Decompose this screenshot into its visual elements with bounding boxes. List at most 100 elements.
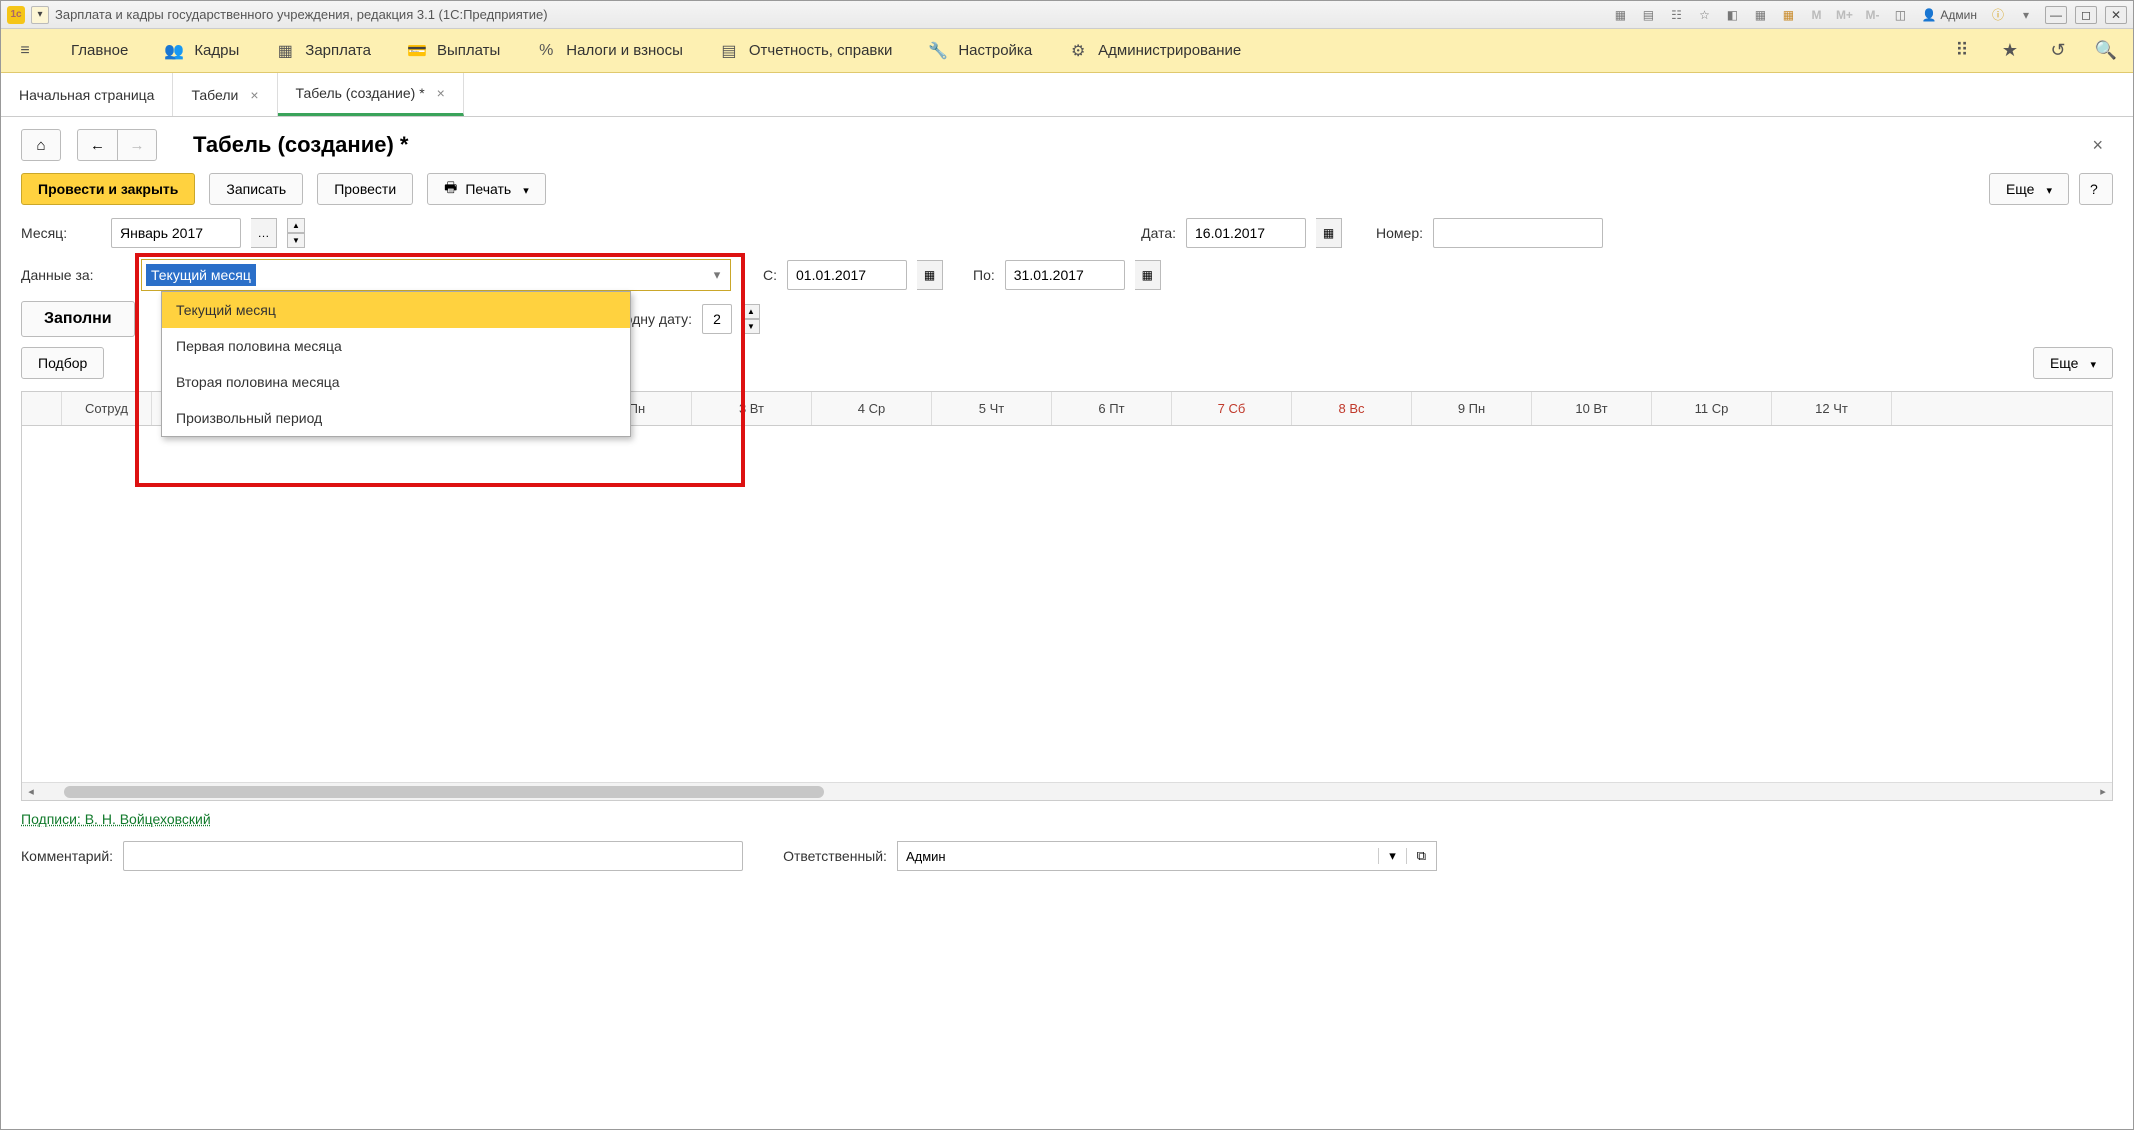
pick-button[interactable]: Подбор: [21, 347, 104, 379]
table-more-button[interactable]: Еще: [2033, 347, 2113, 379]
nav-item-kadry[interactable]: 👥Кадры: [164, 41, 239, 61]
table-column-header[interactable]: 9 Пн: [1412, 392, 1532, 425]
print-button[interactable]: 🖶Печать: [427, 173, 546, 205]
star-icon[interactable]: ★: [1997, 38, 2023, 64]
data-for-label: Данные за:: [21, 267, 131, 283]
nav-label: Кадры: [194, 42, 239, 59]
back-button[interactable]: ←: [77, 129, 117, 161]
tool-icon[interactable]: ▦: [1609, 5, 1631, 25]
dropdown-option[interactable]: Вторая половина месяца: [162, 364, 630, 400]
table-column-header[interactable]: 12 Чт: [1772, 392, 1892, 425]
scroll-thumb[interactable]: [64, 786, 824, 798]
nav-item-reports[interactable]: ▤Отчетность, справки: [719, 41, 892, 61]
favorite-icon[interactable]: ☆: [1693, 5, 1715, 25]
from-date-input[interactable]: [787, 260, 907, 290]
user-badge[interactable]: 👤 Админ: [1917, 8, 1981, 22]
table-column-header[interactable]: 6 Пт: [1052, 392, 1172, 425]
tool-icon[interactable]: ◧: [1721, 5, 1743, 25]
table-column-header[interactable]: 8 Вс: [1292, 392, 1412, 425]
titlebar-dropdown[interactable]: ▾: [31, 6, 49, 24]
page-close-button[interactable]: ×: [2082, 131, 2113, 160]
close-button[interactable]: ✕: [2105, 6, 2127, 24]
table-column-header[interactable]: 5 Чт: [932, 392, 1052, 425]
fill-button[interactable]: Заполни: [21, 301, 135, 337]
maximize-button[interactable]: ◻: [2075, 6, 2097, 24]
calendar-icon[interactable]: ▦: [1135, 260, 1161, 290]
tabs-row: Начальная страница Табели× Табель (созда…: [1, 73, 2133, 117]
dropdown-option[interactable]: Произвольный период: [162, 400, 630, 436]
help-button[interactable]: ?: [2079, 173, 2113, 205]
tab-close-icon[interactable]: ×: [437, 85, 445, 101]
tab-tabel-create[interactable]: Табель (создание) *×: [278, 73, 464, 116]
forward-button[interactable]: →: [117, 129, 157, 161]
doc-icon: ▤: [719, 41, 739, 61]
post-button[interactable]: Провести: [317, 173, 413, 205]
nav-item-payments[interactable]: 💳Выплаты: [407, 41, 500, 61]
tab-label: Начальная страница: [19, 87, 154, 103]
memory-mminus[interactable]: M-: [1861, 5, 1883, 25]
calendar-icon[interactable]: ▦: [1316, 218, 1342, 248]
nav-item-taxes[interactable]: %Налоги и взносы: [536, 41, 683, 61]
button-label: Еще: [2006, 181, 2035, 197]
to-label: По:: [973, 267, 995, 283]
to-date-input[interactable]: [1005, 260, 1125, 290]
minimize-button[interactable]: —: [2045, 6, 2067, 24]
onedate-input[interactable]: [702, 304, 732, 334]
table-column-header[interactable]: 10 Вт: [1532, 392, 1652, 425]
table-column-header[interactable]: Сотруд: [62, 392, 152, 425]
month-spinner[interactable]: ▲▼: [287, 218, 305, 248]
horizontal-scrollbar[interactable]: ◂ ▸: [22, 782, 2112, 800]
page-title: Табель (создание) *: [193, 132, 408, 158]
dropdown-option[interactable]: Первая половина месяца: [162, 328, 630, 364]
memory-mplus[interactable]: M+: [1833, 5, 1855, 25]
data-for-combo[interactable]: Текущий месяц ▾ Текущий месяц Первая пол…: [141, 259, 731, 291]
history-icon[interactable]: ↺: [2045, 38, 2071, 64]
number-input[interactable]: [1433, 218, 1603, 248]
post-and-close-button[interactable]: Провести и закрыть: [21, 173, 195, 205]
nav-burger[interactable]: ≡: [15, 41, 35, 61]
button-label: Провести: [334, 181, 396, 197]
info-icon[interactable]: ⓘ: [1987, 5, 2009, 25]
gear-icon: ⚙: [1068, 41, 1088, 61]
onedate-spinner[interactable]: ▲▼: [742, 304, 760, 334]
panel-icon[interactable]: ◫: [1889, 5, 1911, 25]
tool-icon[interactable]: ▦: [1777, 5, 1799, 25]
memory-m[interactable]: M: [1805, 5, 1827, 25]
table-column-header[interactable]: [22, 392, 62, 425]
tab-start-page[interactable]: Начальная страница: [1, 73, 173, 116]
table-column-header[interactable]: 11 Ср: [1652, 392, 1772, 425]
tab-close-icon[interactable]: ×: [250, 87, 258, 103]
calendar-icon[interactable]: ▦: [1749, 5, 1771, 25]
tab-tabeli[interactable]: Табели×: [173, 73, 277, 116]
onedate-label: одну дату:: [625, 311, 692, 327]
month-input[interactable]: [111, 218, 241, 248]
calendar-icon[interactable]: ▦: [917, 260, 943, 290]
search-icon[interactable]: 🔍: [2093, 38, 2119, 64]
table-column-header[interactable]: 7 Сб: [1172, 392, 1292, 425]
nav-item-main[interactable]: Главное: [71, 42, 128, 59]
home-button[interactable]: ⌂: [21, 129, 61, 161]
nav-item-settings[interactable]: 🔧Настройка: [928, 41, 1032, 61]
chevron-down-icon[interactable]: ▾: [704, 267, 730, 283]
nav-item-admin[interactable]: ⚙Администрирование: [1068, 41, 1241, 61]
open-icon[interactable]: ⧉: [1406, 848, 1436, 864]
month-select-button[interactable]: …: [251, 218, 277, 248]
tool-icon[interactable]: ▤: [1637, 5, 1659, 25]
responsible-combo[interactable]: Админ ▾ ⧉: [897, 841, 1437, 871]
tool-icon[interactable]: ☷: [1665, 5, 1687, 25]
dropdown-option[interactable]: Текущий месяц: [162, 292, 630, 328]
scroll-left-icon[interactable]: ◂: [22, 785, 40, 798]
chevron-down-icon[interactable]: ▾: [1378, 848, 1406, 864]
comment-input[interactable]: [123, 841, 743, 871]
scroll-right-icon[interactable]: ▸: [2094, 785, 2112, 798]
date-label: Дата:: [1141, 225, 1176, 241]
write-button[interactable]: Записать: [209, 173, 303, 205]
signatures-link[interactable]: Подписи: В. Н. Войцеховский: [21, 811, 211, 827]
nav-item-salary[interactable]: ▦Зарплата: [275, 41, 371, 61]
apps-icon[interactable]: ⠿: [1949, 38, 1975, 64]
table-column-header[interactable]: 3 Вт: [692, 392, 812, 425]
dropdown-icon[interactable]: ▾: [2015, 5, 2037, 25]
table-column-header[interactable]: 4 Ср: [812, 392, 932, 425]
date-input[interactable]: [1186, 218, 1306, 248]
more-button[interactable]: Еще: [1989, 173, 2069, 205]
